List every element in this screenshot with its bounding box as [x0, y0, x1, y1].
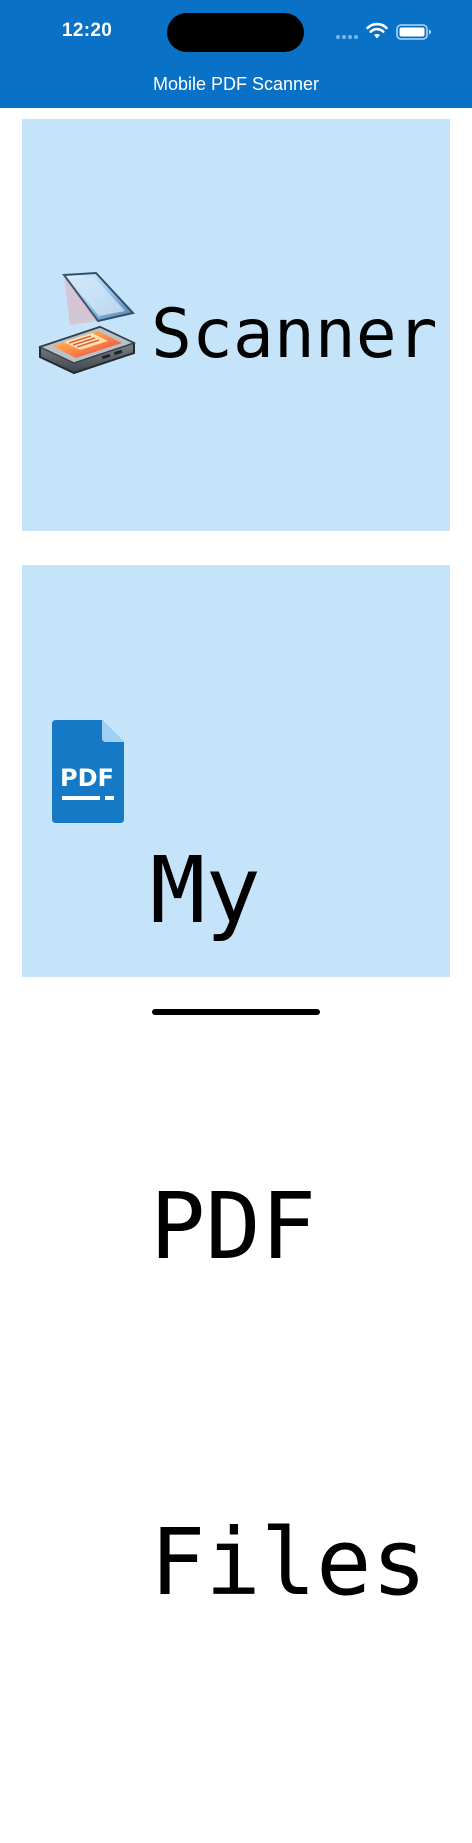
my-pdf-files-label: My PDF Files: [150, 611, 427, 1843]
flatbed-scanner-icon: [37, 271, 136, 375]
my-pdf-files-tile[interactable]: PDF My PDF Files: [22, 565, 450, 1616]
home-indicator[interactable]: [152, 1009, 320, 1015]
files-label-line-1: My: [150, 837, 261, 944]
page-title: Mobile PDF Scanner: [152, 74, 320, 94]
status-time: 12:20: [62, 20, 113, 41]
scanner-label: Scanner: [151, 295, 438, 374]
files-label-line-3: Files: [150, 1509, 427, 1616]
status-bar: 12:20: [0, 0, 472, 66]
files-label-line-2: PDF: [150, 1173, 317, 1280]
navigation-bar: Mobile PDF Scanner: [0, 66, 472, 108]
dynamic-island: [167, 13, 304, 52]
cellular-signal-icon: [336, 35, 358, 39]
wifi-icon: [366, 22, 388, 39]
pdf-icon-text: PDF: [60, 764, 114, 792]
scanner-tile[interactable]: Scanner: [22, 119, 450, 531]
pdf-file-icon: PDF: [52, 720, 124, 823]
battery-icon: [396, 24, 431, 40]
